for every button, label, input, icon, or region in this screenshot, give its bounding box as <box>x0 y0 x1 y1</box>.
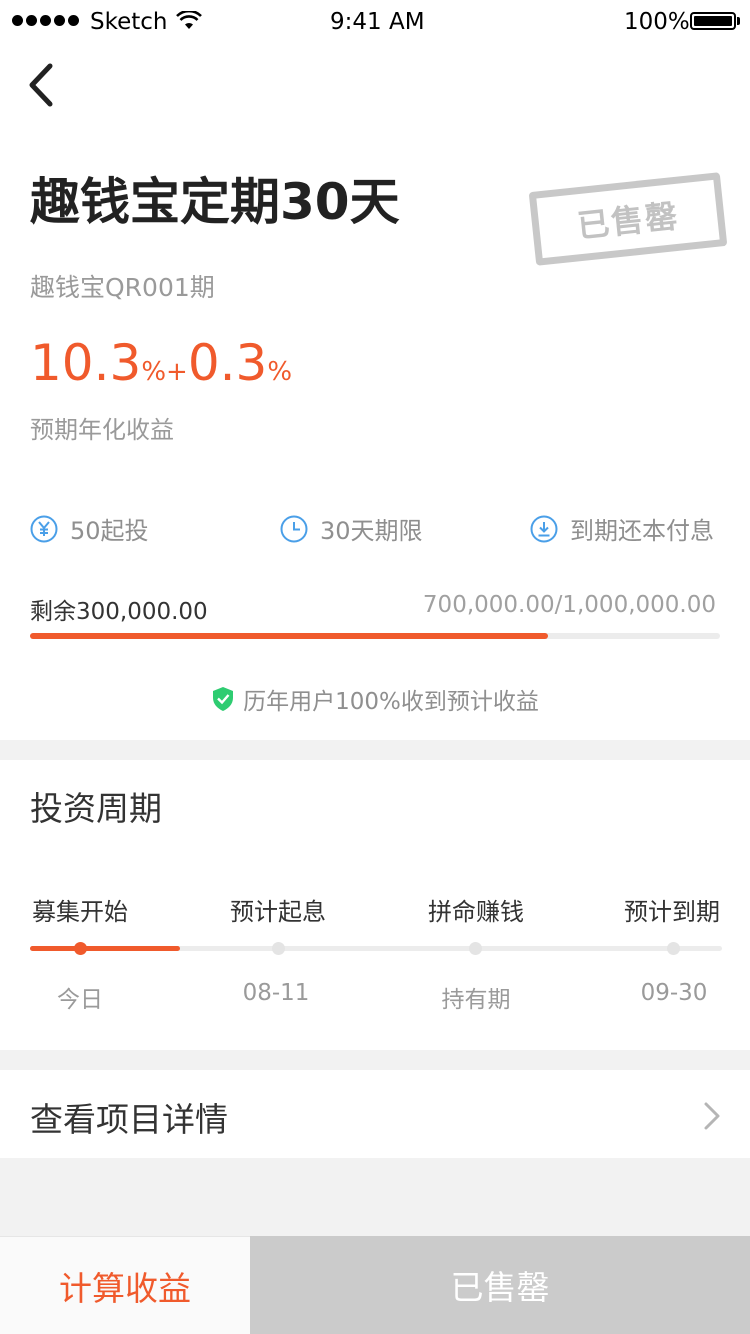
timeline-dot-active <box>74 942 87 955</box>
wifi-icon <box>176 11 202 29</box>
rate-plus: + <box>166 357 188 387</box>
cycle-title: 投资周期 <box>30 789 162 828</box>
timeline-dot <box>272 942 285 955</box>
product-subtitle: 趣钱宝QR001期 <box>30 273 215 302</box>
clock-icon <box>280 515 308 542</box>
progress-bar-fill <box>30 633 548 639</box>
signal-strength-icon <box>12 15 79 26</box>
expected-rate: 10.3%+0.3% <box>30 334 292 392</box>
download-icon <box>530 515 558 542</box>
sold-out-button[interactable]: 已售罄 <box>250 1236 750 1334</box>
base-rate: 10.3 <box>30 334 142 392</box>
stage-date: 今日 <box>57 987 103 1013</box>
bonus-rate: 0.3 <box>187 334 268 392</box>
progress-total: 700,000.00/1,000,000.00 <box>422 592 716 618</box>
battery-tip <box>737 17 740 25</box>
project-details-label: 查看项目详情 <box>30 1100 228 1139</box>
remaining-amount: 剩余300,000.00 <box>30 599 208 625</box>
stage-date: 08-11 <box>242 980 310 1006</box>
guarantee-text: 历年用户100%收到预计收益 <box>243 689 539 715</box>
timeline-dot <box>469 942 482 955</box>
back-button[interactable] <box>20 58 68 114</box>
stage-label: 拼命赚钱 <box>428 898 524 926</box>
feature-label: 到期还本付息 <box>570 517 714 545</box>
chevron-right-icon <box>704 1102 720 1130</box>
stage-label: 预计到期 <box>624 898 720 926</box>
timeline-progress <box>30 946 180 951</box>
progress-bar <box>30 633 720 639</box>
battery-icon <box>690 12 736 30</box>
feature-term: 30天期限 <box>280 511 423 546</box>
yen-icon <box>30 515 58 542</box>
stage-date: 持有期 <box>441 987 511 1013</box>
rate-label: 预期年化收益 <box>30 416 174 444</box>
feature-label: 30天期限 <box>320 517 423 545</box>
shield-check-icon <box>213 687 234 711</box>
carrier-name: Sketch <box>90 9 168 35</box>
stage-label: 募集开始 <box>32 898 128 926</box>
calculate-earnings-button[interactable]: 计算收益 <box>0 1236 250 1334</box>
battery-percent: 100% <box>624 9 690 35</box>
feature-min-invest: 50起投 <box>30 511 149 546</box>
timeline-dot <box>667 942 680 955</box>
bonus-rate-unit: % <box>267 357 293 387</box>
base-rate-unit: % <box>141 357 167 387</box>
stage-label: 预计起息 <box>230 898 326 926</box>
status-time: 9:41 AM <box>330 9 425 35</box>
stage-date: 09-30 <box>640 980 708 1006</box>
product-title: 趣钱宝定期30天 <box>30 173 400 231</box>
back-arrow-icon <box>29 63 53 107</box>
feature-label: 50起投 <box>70 517 149 545</box>
guarantee-row: 历年用户100%收到预计收益 <box>0 682 750 716</box>
feature-repayment: 到期还本付息 <box>530 511 714 546</box>
